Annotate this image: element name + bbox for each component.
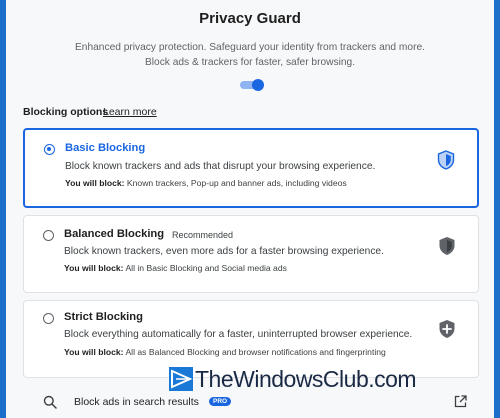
learn-more-link[interactable]: Learn more: [103, 106, 157, 118]
block-prefix: You will block:: [65, 178, 125, 188]
option-blocks-list: All in Basic Blocking and Social media a…: [125, 263, 287, 273]
privacy-guard-panel: Privacy Guard Enhanced privacy protectio…: [6, 0, 494, 418]
radio-balanced-blocking[interactable]: [43, 230, 54, 241]
page-description: Enhanced privacy protection. Safeguard y…: [75, 42, 425, 68]
watermark-text: TheWindowsClub.com: [195, 366, 417, 392]
option-description: Block known trackers and ads that disrup…: [65, 161, 376, 172]
external-link-icon[interactable]: [454, 395, 467, 408]
pro-badge: PRO: [209, 397, 232, 406]
option-blocks-list: Known trackers, Pop-up and banner ads, i…: [126, 178, 347, 188]
block-search-ads-label: Block ads in search results: [74, 396, 199, 408]
block-prefix: You will block:: [64, 347, 124, 357]
page-title: Privacy Guard: [199, 10, 301, 27]
option-description: Block everything automatically for a fas…: [64, 329, 413, 340]
block-prefix: You will block:: [64, 263, 124, 273]
option-title: Strict Blocking: [64, 311, 143, 323]
privacy-guard-toggle[interactable]: [240, 79, 264, 91]
blocking-options-heading: Blocking options: [23, 106, 109, 118]
option-title: Balanced Blocking: [64, 228, 165, 240]
option-blocks: You will block: All in Basic Blocking an…: [64, 263, 287, 273]
shield-icon: [437, 150, 455, 170]
toggle-knob: [252, 79, 264, 91]
search-icon: [43, 395, 57, 409]
option-blocks: You will block: All as Balanced Blocking…: [64, 347, 386, 357]
option-title: Basic Blocking: [65, 142, 146, 154]
windows-logo-icon: [169, 367, 193, 391]
option-blocks: You will block: Known trackers, Pop-up a…: [65, 178, 347, 188]
option-description: Block known trackers, even more ads for …: [64, 246, 384, 257]
option-basic-blocking[interactable]: Basic Blocking Block known trackers and …: [23, 128, 479, 208]
shield-icon: [439, 237, 455, 255]
option-blocks-list: All as Balanced Blocking and browser not…: [125, 347, 386, 357]
recommended-tag: Recommended: [172, 230, 234, 240]
radio-basic-blocking[interactable]: [44, 144, 55, 155]
shield-plus-icon: [439, 320, 455, 338]
option-balanced-blocking[interactable]: Balanced Blocking Recommended Block know…: [23, 215, 479, 293]
radio-strict-blocking[interactable]: [43, 313, 54, 324]
